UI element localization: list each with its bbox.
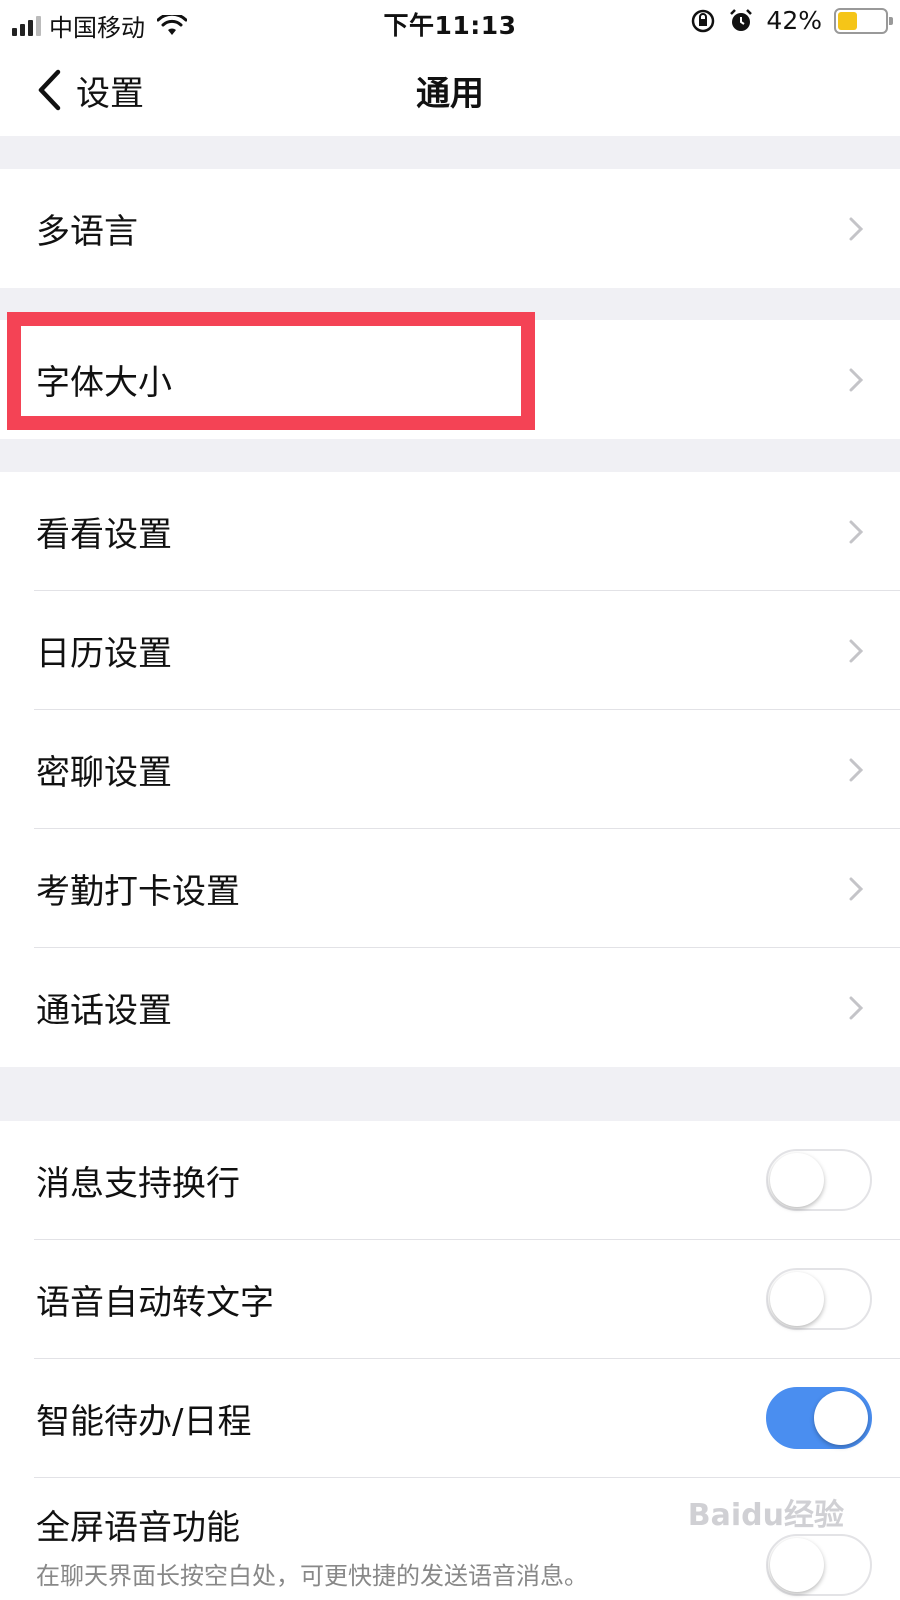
row-label: 日历设置 [36,634,172,674]
settings-row-calendar[interactable]: 日历设置 [0,591,900,710]
row-label: 语音自动转文字 [36,1283,274,1323]
alarm-icon [730,8,753,31]
settings-row-secret-chat[interactable]: 密聊设置 [0,710,900,829]
smart-todo-toggle[interactable] [766,1387,872,1449]
settings-group: 看看设置 日历设置 密聊设置 考勤打卡设置 通话设置 [0,472,900,1067]
message-newline-toggle[interactable] [766,1149,872,1211]
row-label: 密聊设置 [36,753,172,793]
row-label: 智能待办/日程 [36,1402,252,1442]
row-label: 看看设置 [36,515,172,555]
page-title: 通用 [416,74,484,114]
battery-percent: 42% [766,6,822,35]
language-group: 多语言 [0,169,900,288]
battery-level-fill [838,11,858,30]
chevron-right-icon [849,758,864,782]
chevron-right-icon [849,639,864,663]
toggle-row-voice-to-text: 语音自动转文字 [0,1240,900,1359]
row-label: 考勤打卡设置 [36,872,240,912]
row-label: 消息支持换行 [36,1164,240,1204]
voice-to-text-toggle[interactable] [766,1268,872,1330]
chevron-right-icon [849,877,864,901]
fullscreen-voice-toggle[interactable] [766,1534,872,1596]
chevron-right-icon [849,217,864,241]
row-label: 全屏语音功能 [36,1508,240,1548]
chevron-right-icon [849,520,864,544]
settings-row-attendance[interactable]: 考勤打卡设置 [0,829,900,948]
toggle-row-message-newline: 消息支持换行 [0,1121,900,1240]
nav-bar: 设置 通用 [0,44,900,136]
row-description: 在聊天界面长按空白处，可更快捷的发送语音消息。 [36,1562,588,1590]
settings-row-language[interactable]: 多语言 [0,169,900,288]
orientation-lock-icon [692,9,715,32]
settings-row-call[interactable]: 通话设置 [0,948,900,1067]
general-settings-screen: 中国移动 下午11:13 42% 设置 通用 多语言 字体大小 看看设置 日历设… [0,0,900,1600]
settings-row-kankan[interactable]: 看看设置 [0,472,900,591]
row-label: 通话设置 [36,991,172,1031]
row-label: 字体大小 [36,363,172,403]
settings-row-font-size[interactable]: 字体大小 [0,320,900,439]
status-bar: 中国移动 下午11:13 42% [0,0,900,44]
chevron-right-icon [849,368,864,392]
row-label: 多语言 [36,212,138,252]
chevron-right-icon [849,996,864,1020]
font-size-group: 字体大小 [0,320,900,439]
toggle-row-smart-todo: 智能待办/日程 [0,1359,900,1478]
watermark: Baidu经验 [687,1498,844,1533]
battery-icon [834,7,893,34]
